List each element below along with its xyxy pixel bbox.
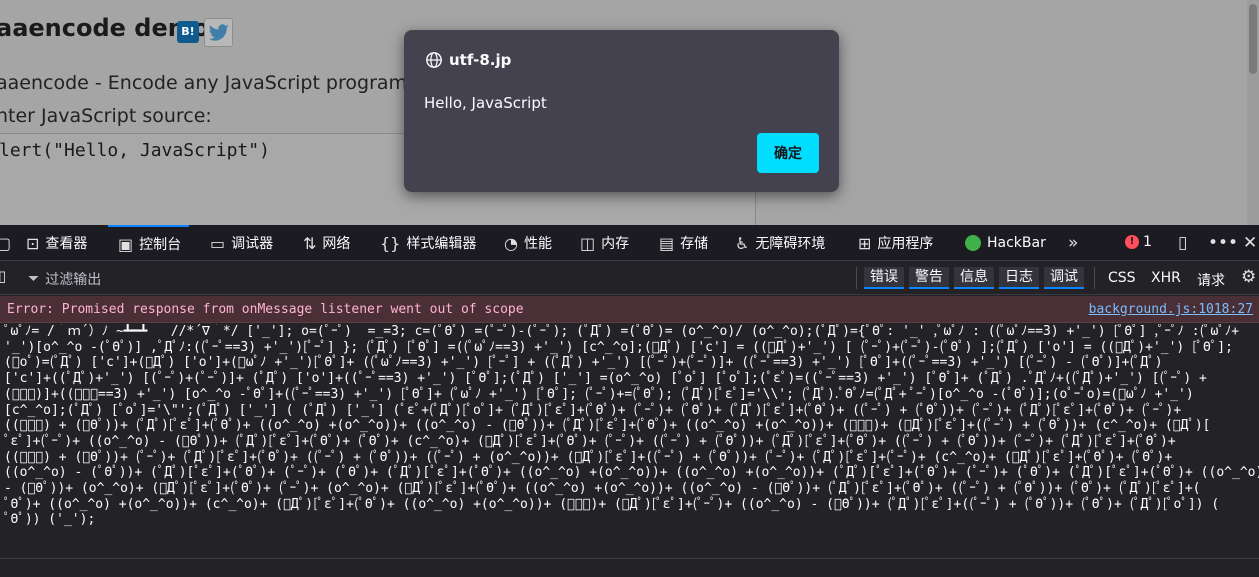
output-line: (ﾟｰﾟ)]+((ﾟｰﾟ==3) +'_') [o^_^o -ﾟΘﾟ]+((ﾟｰ… (4, 386, 1194, 402)
error-icon: ! (1125, 235, 1139, 249)
clear-console-icon[interactable]: ▯ (0, 267, 6, 285)
memory-icon: ◫ (580, 233, 596, 253)
debugger-icon: ▭ (210, 233, 226, 253)
error-source-link[interactable]: background.js:1018:27 (1089, 302, 1253, 317)
output-line: ﾟεﾟ]+(ﾟｰﾟ)+ ((o^_^o) - (ﾟΘﾟ))+ (ﾟДﾟ)[ﾟεﾟ… (4, 433, 1176, 449)
tab-network[interactable]: ⇅ 网络 (303, 225, 350, 261)
dialog-host: utf-8.jp (449, 51, 512, 69)
filter-xhr-button[interactable]: XHR (1151, 270, 1181, 286)
console-output: ﾟωﾟﾉ= /｀ｍ´）ﾉ ~┻━┻ //*´∇｀*/ ['_']; o=(ﾟｰﾟ… (0, 324, 1259, 556)
globe-icon (426, 52, 442, 68)
output-line: ﾟΘﾟ)+ ((o^_^o) +(o^_^o))+ (c^_^o)+ (ﾟДﾟ)… (4, 496, 1220, 512)
scrollbar-thumb[interactable] (1249, 4, 1257, 74)
hackbar-icon (965, 235, 981, 251)
tab-style-editor[interactable]: {} 样式编辑器 (380, 225, 476, 261)
filter-requests-button[interactable]: 请求 (1197, 270, 1225, 290)
hatena-bookmark-icon[interactable]: B! (177, 21, 199, 43)
ok-button[interactable]: 确定 (757, 133, 819, 173)
console-filter-bar: ▯ ⏷ 过滤输出 错误 警告 信息 日志 调试 CSS XHR 请求 ⚙ (0, 261, 1259, 295)
output-line: '_')[o^_^o -(ﾟΘﾟ)] ,ﾟДﾟﾉ:((ﾟｰﾟ==3) +'_')… (4, 339, 1233, 355)
output-line: ﾟΘﾟ)) ('_'); (4, 512, 96, 528)
output-line: ((o^_^o) - (ﾟΘﾟ))+ (ﾟДﾟ)[ﾟεﾟ]+(ﾟΘﾟ)+ (ﾟｰ… (4, 465, 1259, 481)
tab-inspector[interactable]: ⊡ 查看器 (26, 225, 87, 261)
tab-application[interactable]: ⊞ 应用程序 (858, 225, 933, 261)
page-description: aaencode - Encode any JavaScript program… (0, 72, 433, 94)
tab-hackbar[interactable]: HackBar (965, 225, 1046, 261)
tab-label: 样式编辑器 (406, 236, 477, 252)
dialog-message: Hello, JavaScript (424, 94, 547, 112)
style-editor-icon: {} (380, 233, 401, 253)
filter-placeholder: 过滤输出 (45, 272, 102, 288)
tab-accessibility[interactable]: ♿ 无障碍环境 (735, 225, 825, 261)
output-line: ((ﾟｰﾟ) + (ﾟΘﾟ))+ (ﾟДﾟ)[ﾟεﾟ]+(ﾟΘﾟ)+ ((o^_… (4, 418, 1211, 434)
network-icon: ⇅ (303, 233, 317, 253)
filter-funnel-icon: ⏷ (28, 271, 40, 287)
filter-debug-button[interactable]: 调试 (1044, 267, 1084, 289)
filter-errors-button[interactable]: 错误 (864, 267, 904, 289)
output-line: ((ﾟｰﾟ) + (ﾟΘﾟ))+ (ﾟｰﾟ)+ (ﾟДﾟ)[ﾟεﾟ]+(ﾟΘﾟ)… (4, 449, 1173, 465)
error-count-badge[interactable]: ! 1 (1125, 234, 1152, 250)
filter-output-input[interactable]: ⏷ 过滤输出 (28, 269, 101, 289)
filter-css-button[interactable]: CSS (1108, 270, 1136, 286)
divider (1094, 267, 1095, 289)
error-text: Error: Promised response from onMessage … (7, 302, 524, 317)
filter-info-button[interactable]: 信息 (954, 267, 994, 289)
more-options-icon[interactable]: ••• (1208, 233, 1238, 253)
console-error-message: Error: Promised response from onMessage … (0, 296, 1259, 323)
tab-performance[interactable]: ◔ 性能 (504, 225, 552, 261)
output-line: (ﾟoﾟ)=(ﾟДﾟ) ['c']+(ﾟДﾟ) ['o']+(ﾟωﾟﾉ +'_'… (4, 355, 1163, 371)
tab-label: HackBar (987, 235, 1046, 251)
output-line: - (ﾟΘﾟ))+ (o^_^o)+ (ﾟДﾟ)[ﾟεﾟ]+(ﾟΘﾟ)+ (ﾟｰ… (4, 481, 1201, 497)
output-line: ['c']+((ﾟДﾟ)+'_') [(ﾟｰﾟ)+(ﾟｰﾟ)]+ (ﾟДﾟ) [… (4, 371, 1207, 387)
alert-dialog: utf-8.jp Hello, JavaScript 确定 (404, 30, 839, 192)
pick-element-button[interactable]: ▢ (0, 225, 11, 261)
page-scrollbar[interactable] (1247, 0, 1259, 225)
output-line: ﾟωﾟﾉ= /｀ｍ´）ﾉ ~┻━┻ //*´∇｀*/ ['_']; o=(ﾟｰﾟ… (4, 324, 1240, 339)
source-label: nter JavaScript source: (0, 105, 212, 127)
tab-label: 调试器 (231, 236, 274, 252)
tab-debugger[interactable]: ▭ 调试器 (210, 225, 273, 261)
devtools-toolbar: ▢ ⊡ 查看器 ▣ 控制台 ▭ 调试器 ⇅ 网络 {} 样式编辑器 ◔ 性能 ◫ 内存 ▤ 存储… (0, 225, 1259, 261)
inspector-icon: ⊡ (26, 233, 40, 253)
console-input[interactable] (0, 558, 1259, 577)
error-count: 1 (1143, 234, 1152, 250)
console-settings-gear-icon[interactable]: ⚙ (1241, 267, 1256, 287)
tab-label: 网络 (322, 236, 351, 252)
divider (856, 267, 857, 289)
output-line: [c^_^o];(ﾟДﾟ) [ﾟoﾟ]='\"';(ﾟДﾟ) ['_'] ( (… (4, 402, 1182, 418)
tab-label: 查看器 (45, 236, 88, 252)
twitter-bird-icon (208, 24, 229, 41)
close-devtools-icon[interactable]: ✕ (1243, 233, 1257, 253)
application-icon: ⊞ (858, 233, 872, 253)
tab-label: 控制台 (139, 237, 182, 253)
twitter-button[interactable] (204, 18, 233, 47)
tab-label: 性能 (523, 236, 552, 252)
storage-icon: ▤ (659, 233, 675, 253)
tab-label: 应用程序 (877, 236, 934, 252)
tab-console[interactable]: ▣ 控制台 (108, 225, 190, 261)
tab-label: 存储 (680, 236, 709, 252)
tab-label: 内存 (601, 236, 630, 252)
responsive-design-icon[interactable]: ▯ (1178, 233, 1187, 253)
tab-memory[interactable]: ◫ 内存 (580, 225, 629, 261)
more-tabs-chevron-icon[interactable]: » (1068, 233, 1078, 253)
console-icon: ▣ (118, 234, 134, 254)
accessibility-icon: ♿ (735, 233, 750, 253)
performance-icon: ◔ (504, 233, 518, 253)
filter-warnings-button[interactable]: 警告 (909, 267, 949, 289)
pick-element-icon: ▢ (0, 233, 12, 253)
filter-logs-button[interactable]: 日志 (999, 267, 1039, 289)
tab-storage[interactable]: ▤ 存储 (659, 225, 708, 261)
tab-label: 无障碍环境 (755, 236, 826, 252)
